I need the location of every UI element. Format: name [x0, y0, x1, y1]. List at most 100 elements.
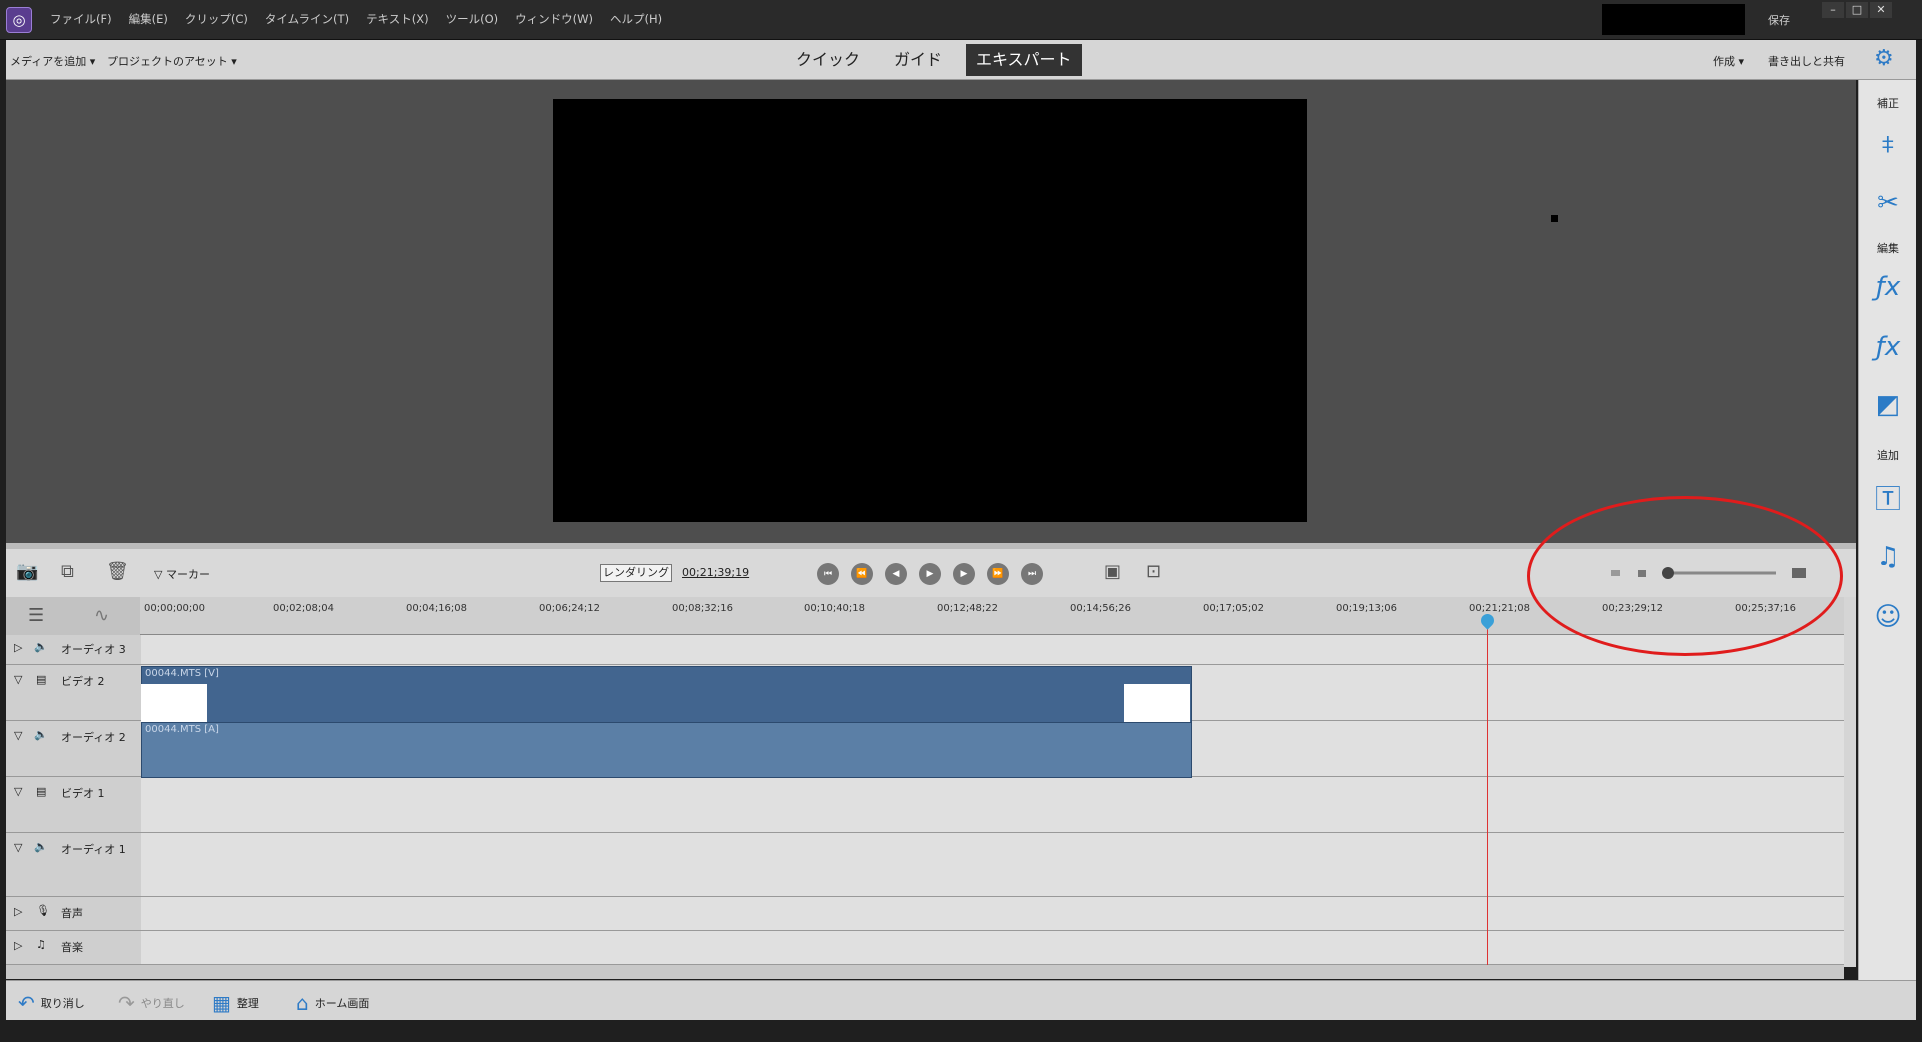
playhead-line[interactable]: [1487, 614, 1488, 969]
menu-tools[interactable]: ツール(O): [446, 11, 499, 27]
menu-timeline[interactable]: タイムライン(T): [265, 11, 349, 27]
menu-file[interactable]: ファイル(F): [50, 11, 112, 27]
track-header-audio1[interactable]: ▽ 🔈 オーディオ 1: [6, 833, 141, 897]
play-icon[interactable]: ▶: [919, 563, 941, 585]
lane-music[interactable]: [141, 931, 1844, 965]
audio-clip[interactable]: 00044.MTS [A]: [141, 722, 1192, 778]
ruler-tick: 00;08;32;16: [672, 603, 734, 614]
undo-label: 取り消し: [40, 997, 85, 1010]
expand-icon[interactable]: ▷: [14, 939, 22, 952]
menu-clip[interactable]: クリップ(C): [185, 11, 248, 27]
project-assets-dropdown[interactable]: プロジェクトのアセット ▾: [107, 53, 237, 69]
titles-icon[interactable]: 🅃: [1869, 478, 1907, 516]
save-button[interactable]: 保存: [1768, 12, 1790, 28]
gear-icon[interactable]: ⚙: [1874, 46, 1894, 71]
film-icon: ▤: [36, 785, 47, 798]
undo-button[interactable]: ↶ 取り消し: [18, 991, 85, 1015]
marker-dropdown[interactable]: ▽ マーカー: [154, 566, 210, 582]
track-header-audio2[interactable]: ▽ 🔈 オーディオ 2: [6, 721, 141, 777]
track-header-voice[interactable]: ▷ 🎙 音声: [6, 897, 141, 931]
lane-video1[interactable]: [141, 777, 1844, 833]
section-adjust: 補正: [1877, 97, 1899, 110]
tab-quick[interactable]: クイック: [786, 44, 870, 76]
track-header-music[interactable]: ▷ ♫ 音楽: [6, 931, 141, 965]
horizontal-scrollbar[interactable]: [6, 965, 1844, 979]
detach-icon[interactable]: ⧉: [61, 561, 74, 582]
home-screen-button[interactable]: ⌂ ホーム画面: [296, 991, 369, 1015]
maximize-button[interactable]: □: [1846, 2, 1868, 18]
go-to-end-icon[interactable]: ⏭: [1021, 563, 1043, 585]
lane-voice[interactable]: [141, 897, 1844, 931]
fast-forward-icon[interactable]: ⏩: [987, 563, 1009, 585]
undo-icon: ↶: [18, 991, 35, 1015]
redo-icon: ↷: [118, 991, 135, 1015]
track-label: 音楽: [61, 941, 83, 954]
ruler-tick: 00;10;40;18: [804, 603, 866, 614]
speaker-icon: 🔈: [34, 728, 48, 741]
track-options-icon[interactable]: ☰: [28, 605, 44, 626]
render-button[interactable]: レンダリング: [600, 564, 672, 582]
track-label: ビデオ 1: [61, 787, 105, 800]
go-to-start-icon[interactable]: ⏮: [817, 563, 839, 585]
timecode-display[interactable]: 00;21;39;19: [682, 566, 749, 579]
section-edit: 編集: [1877, 242, 1899, 255]
ruler-tick: 00;12;48;22: [937, 603, 999, 614]
transitions-icon[interactable]: ◩: [1869, 386, 1907, 424]
add-media-dropdown[interactable]: メディアを追加 ▾: [10, 53, 95, 69]
applied-effects-icon[interactable]: ƒx: [1869, 268, 1907, 306]
redo-button[interactable]: ↷ やり直し: [118, 991, 185, 1015]
ruler-header: ☰ ∿: [6, 597, 140, 635]
expand-icon[interactable]: ▷: [14, 905, 22, 918]
adjust-sliders-icon[interactable]: ⧧: [1869, 125, 1907, 163]
fullscreen-icon[interactable]: ▣: [1104, 561, 1121, 582]
microphone-icon: 🎙: [36, 904, 50, 917]
track-header-video2[interactable]: ▽ ▤ ビデオ 2: [6, 665, 141, 721]
annotation-ellipse: [1527, 496, 1843, 656]
ruler-tick: 00;06;24;12: [539, 603, 601, 614]
main-menu: ファイル(F) 編集(E) クリップ(C) タイムライン(T) テキスト(X) …: [50, 11, 662, 27]
rewind-icon[interactable]: ⏪: [851, 563, 873, 585]
expand-icon[interactable]: ▷: [14, 641, 22, 654]
menu-help[interactable]: ヘルプ(H): [610, 11, 662, 27]
menu-text[interactable]: テキスト(X): [366, 11, 429, 27]
track-headers: ▷ 🔈 オーディオ 3 ▽ ▤ ビデオ 2 ▽ 🔈 オーディオ 2 ▽ ▤ ビデ…: [6, 635, 141, 965]
audio-waveform-icon[interactable]: ∿: [94, 605, 109, 626]
tab-guided[interactable]: ガイド: [884, 44, 952, 76]
video-clip[interactable]: 00044.MTS [V]: [141, 666, 1192, 724]
mode-tabs: クイック ガイド エキスパート: [786, 44, 1096, 76]
vertical-scrollbar[interactable]: [1844, 597, 1856, 967]
music-icon[interactable]: ♫: [1869, 538, 1907, 576]
menu-bar: ◎ ファイル(F) 編集(E) クリップ(C) タイムライン(T) テキスト(X…: [0, 0, 1922, 40]
step-forward-icon[interactable]: ▶: [953, 563, 975, 585]
trash-icon[interactable]: 🗑: [106, 561, 129, 582]
track-label: 音声: [61, 907, 83, 920]
lane-audio1[interactable]: [141, 833, 1844, 897]
clip-label: 00044.MTS [A]: [145, 724, 219, 735]
preview-screen: [553, 99, 1307, 522]
organize-button[interactable]: ▦ 整理: [212, 991, 259, 1015]
collapse-icon[interactable]: ▽: [14, 785, 22, 798]
menu-window[interactable]: ウィンドウ(W): [515, 11, 593, 27]
step-back-icon[interactable]: ◀: [885, 563, 907, 585]
film-icon: ▤: [36, 673, 47, 686]
collapse-icon[interactable]: ▽: [14, 729, 22, 742]
track-header-video1[interactable]: ▽ ▤ ビデオ 1: [6, 777, 141, 833]
export-share-button[interactable]: 書き出しと共有: [1768, 53, 1845, 69]
redo-label: やり直し: [140, 997, 185, 1010]
tab-expert[interactable]: エキスパート: [966, 44, 1082, 76]
collapse-icon[interactable]: ▽: [14, 841, 22, 854]
camera-icon[interactable]: 📷: [16, 561, 38, 582]
home-icon: ⌂: [296, 991, 309, 1015]
tools-icon[interactable]: ✂: [1869, 184, 1907, 222]
menu-edit[interactable]: 編集(E): [129, 11, 168, 27]
track-label: オーディオ 1: [61, 843, 126, 856]
graphics-icon[interactable]: ☺: [1869, 598, 1907, 636]
create-dropdown[interactable]: 作成 ▾: [1713, 53, 1744, 69]
close-button[interactable]: ✕: [1870, 2, 1892, 18]
redacted-area: [1602, 4, 1745, 35]
track-header-audio3[interactable]: ▷ 🔈 オーディオ 3: [6, 635, 141, 665]
collapse-icon[interactable]: ▽: [14, 673, 22, 686]
minimize-button[interactable]: –: [1822, 2, 1844, 18]
fit-screen-icon[interactable]: ⊡: [1146, 561, 1161, 582]
effects-icon[interactable]: ƒx: [1869, 328, 1907, 366]
